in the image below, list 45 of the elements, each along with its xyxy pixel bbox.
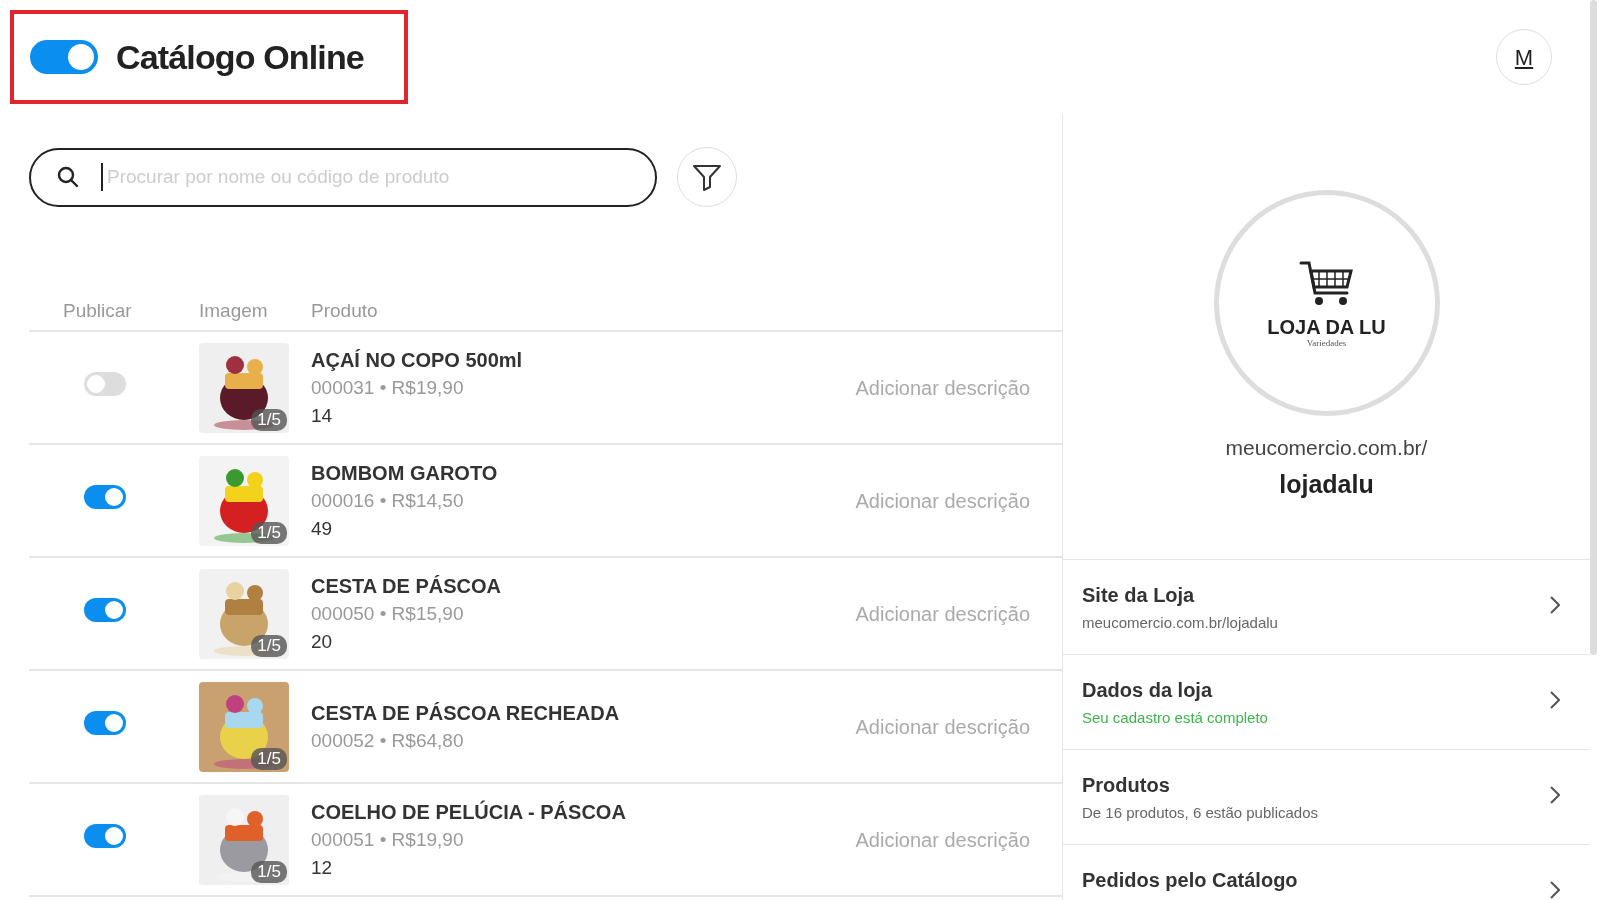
product-name: AÇAÍ NO COPO 500ml bbox=[311, 347, 524, 373]
column-header: Imagem bbox=[199, 299, 268, 321]
search-icon bbox=[57, 166, 79, 188]
publish-toggle[interactable] bbox=[84, 372, 126, 396]
menu-item[interactable]: Produtos De 16 produtos, 6 estão publicados bbox=[1063, 750, 1590, 845]
menu-item-title: Dados da loja bbox=[1082, 678, 1214, 703]
product-code-price: 000016 • R$14,50 bbox=[311, 488, 465, 513]
catalog-toggle[interactable] bbox=[30, 40, 98, 74]
chevron-right-icon bbox=[1550, 596, 1560, 614]
product-stock: 14 bbox=[311, 403, 334, 428]
product-stock: 20 bbox=[311, 629, 334, 654]
product-name: BOMBOM GAROTO bbox=[311, 460, 499, 486]
store-url: meucomercio.com.br/ bbox=[1225, 435, 1428, 461]
menu-item-subtitle: Seu cadastro está completo bbox=[1082, 708, 1268, 728]
product-code-price: 000031 • R$19,90 bbox=[311, 375, 465, 400]
menu-item-title: Produtos bbox=[1082, 773, 1171, 798]
menu-item-title: Pedidos pelo Catálogo bbox=[1082, 868, 1298, 893]
product-name: CESTA DE PÁSCOA RECHEADA bbox=[311, 700, 621, 726]
product-code-price: 000052 • R$64,80 bbox=[311, 728, 465, 753]
filter-icon bbox=[692, 163, 722, 191]
product-name: CESTA DE PÁSCOA bbox=[311, 573, 503, 599]
page-title: Catálogo Online bbox=[116, 36, 364, 78]
product-name: COELHO DE PELÚCIA - PÁSCOA bbox=[311, 799, 627, 825]
chevron-right-icon bbox=[1550, 786, 1560, 804]
menu-item-subtitle: De 16 produtos, 6 estão publicados bbox=[1082, 803, 1318, 823]
product-stock: 12 bbox=[311, 855, 334, 880]
publish-toggle[interactable] bbox=[84, 711, 126, 735]
product-stock: 49 bbox=[311, 516, 334, 541]
menu-item[interactable]: Pedidos pelo Catálogo bbox=[1063, 845, 1590, 900]
logo-name: LOJA DA LU bbox=[1267, 316, 1386, 337]
store-slug: lojadalu bbox=[1279, 468, 1374, 500]
chevron-right-icon bbox=[1550, 881, 1560, 899]
column-header: Publicar bbox=[63, 299, 132, 321]
product-code-price: 000050 • R$15,90 bbox=[311, 601, 465, 626]
publish-toggle[interactable] bbox=[84, 598, 126, 622]
product-code-price: 000051 • R$19,90 bbox=[311, 827, 465, 852]
menu-item-title: Site da Loja bbox=[1082, 583, 1196, 608]
publish-toggle[interactable] bbox=[84, 824, 126, 848]
publish-toggle[interactable] bbox=[84, 485, 126, 509]
scrollbar[interactable] bbox=[1590, 0, 1597, 655]
column-header: Produto bbox=[311, 299, 378, 321]
logo-tagline: Variedades bbox=[1306, 338, 1347, 348]
menu-item[interactable]: Dados da loja Seu cadastro está completo bbox=[1063, 655, 1590, 750]
menu-item-subtitle: meucomercio.com.br/lojadalu bbox=[1082, 613, 1278, 633]
chevron-right-icon bbox=[1550, 691, 1560, 709]
